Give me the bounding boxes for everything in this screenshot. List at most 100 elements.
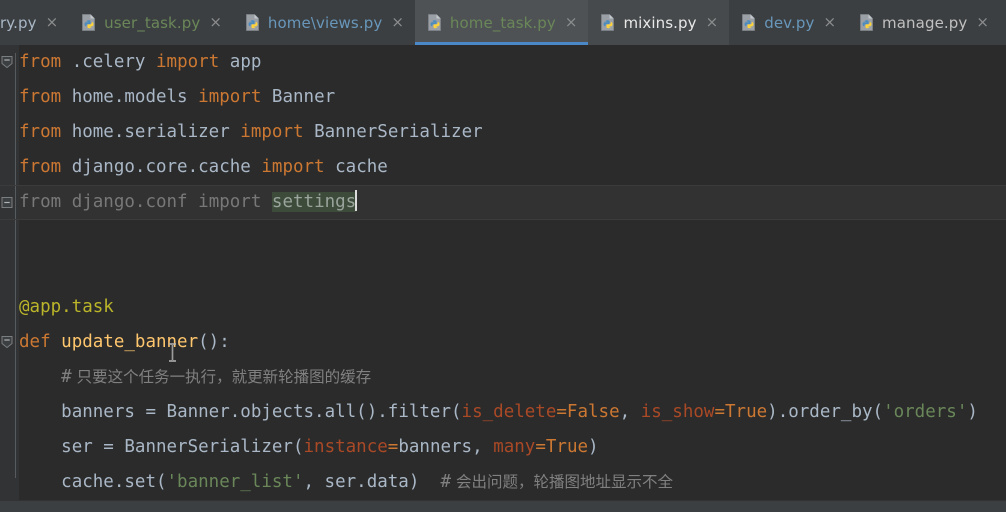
code-token: from — [19, 157, 62, 177]
status-bar — [0, 500, 1006, 512]
python-file-icon — [245, 14, 261, 31]
editor-tab-manage-py[interactable]: manage.py × — [847, 0, 1000, 45]
code-line[interactable]: from django.conf import settings — [0, 185, 1006, 220]
code-line[interactable]: @app.task — [19, 290, 1006, 325]
editor-tab-label: mixins.py — [623, 13, 697, 32]
code-line[interactable]: from home.models import Banner — [19, 80, 1006, 115]
editor-tab-use[interactable]: use — [1000, 0, 1006, 45]
tab-close-icon[interactable]: × — [821, 15, 836, 30]
code-token: # — [440, 472, 452, 492]
editor-tab-ry-py[interactable]: ry.py × — [0, 0, 69, 45]
code-line[interactable]: banners = Banner.objects.all().filter(is… — [19, 395, 1006, 430]
code-content-area[interactable]: from .celery import app from home.models … — [0, 45, 1006, 500]
fold-collapse-start-icon[interactable] — [0, 334, 16, 351]
code-token: is_delete — [461, 402, 557, 422]
code-token: app — [229, 52, 262, 72]
code-token: from — [19, 52, 62, 72]
code-token: cache — [335, 157, 388, 177]
code-token: many — [493, 437, 536, 457]
code-token: Banner.objects.all().filter( — [166, 402, 462, 422]
code-token: django.core.cache — [71, 157, 251, 177]
python-file-icon — [81, 14, 97, 31]
python-file-icon — [859, 14, 875, 31]
editor-tab-bar[interactable]: ry.py × user_task.py × home\views.py × home_ta… — [0, 0, 1006, 45]
code-token: banners — [398, 437, 473, 457]
code-token: from — [19, 87, 62, 107]
code-line[interactable]: cache.set('banner_list', ser.data) # 会出问… — [19, 465, 1006, 500]
tab-close-icon[interactable]: × — [563, 15, 578, 30]
code-token: Banner — [271, 87, 336, 107]
tab-close-icon[interactable]: × — [974, 15, 989, 30]
code-fold-guide-line — [15, 53, 16, 478]
code-token: , — [619, 402, 641, 422]
editor-tab-home-views-py[interactable]: home\views.py × — [233, 0, 415, 45]
code-token: banners — [61, 402, 135, 422]
code-token: from — [19, 122, 62, 142]
code-token: (): — [198, 332, 230, 352]
editor-tab-dev-py[interactable]: dev.py × — [729, 0, 847, 45]
editor-tab-mixins-py[interactable]: mixins.py × — [588, 0, 730, 45]
python-file-icon — [600, 14, 616, 31]
tab-close-icon[interactable]: × — [704, 15, 719, 30]
editor-tab-label: dev.py — [764, 13, 815, 32]
editor-tab-label: manage.py — [882, 13, 968, 32]
code-line[interactable] — [19, 220, 1006, 255]
code-token: update_banner — [61, 332, 199, 352]
code-line[interactable] — [19, 255, 1006, 290]
code-token: True — [545, 437, 589, 457]
code-token: True — [725, 402, 768, 422]
tab-close-icon[interactable]: × — [389, 15, 404, 30]
python-file-icon — [741, 14, 757, 31]
editor-tab-label: home_task.py — [449, 13, 556, 32]
python-file-icon — [601, 14, 615, 31]
code-token: .celery — [71, 52, 146, 72]
code-token: settings — [271, 192, 357, 212]
code-token: BannerSerializer — [314, 122, 483, 142]
code-token: ) — [588, 437, 599, 457]
code-token: = — [92, 437, 125, 457]
code-line[interactable]: from .celery import app — [19, 45, 1006, 80]
code-token: django.conf — [71, 192, 188, 212]
editor-tab-user_task-py[interactable]: user_task.py × — [69, 0, 233, 45]
code-token: import — [240, 122, 304, 142]
python-file-icon — [427, 14, 441, 31]
editor-tab-home_task-py[interactable]: home_task.py × — [414, 0, 589, 45]
code-token: cache.set( — [61, 472, 167, 492]
code-line[interactable]: def update_banner(): — [19, 325, 1006, 360]
code-line[interactable]: ser = BannerSerializer(instance=banners,… — [19, 430, 1006, 465]
code-token: = — [535, 437, 546, 457]
tab-close-icon[interactable]: × — [44, 15, 59, 30]
fold-collapse-icon[interactable] — [0, 194, 16, 211]
code-editor[interactable]: from .celery import app from home.models … — [0, 45, 1006, 500]
code-line[interactable]: from django.core.cache import cache — [19, 150, 1006, 185]
python-file-icon — [860, 14, 873, 31]
editor-tab-label: ry.py — [0, 13, 37, 32]
editor-gutter[interactable] — [0, 45, 19, 500]
code-token: import — [198, 192, 262, 212]
code-line[interactable]: from home.serializer import BannerSerial… — [19, 115, 1006, 150]
code-token: 'orders' — [883, 402, 968, 422]
fold-collapse-start-icon[interactable] — [0, 54, 16, 71]
code-token: import — [156, 52, 220, 72]
editor-tab-label: user_task.py — [104, 13, 201, 32]
code-token: import — [261, 157, 325, 177]
tab-close-icon[interactable]: × — [207, 15, 222, 30]
code-token: = — [714, 402, 725, 422]
code-line[interactable]: # 只要这个任务一执行，就更新轮播图的缓存 — [19, 360, 1006, 395]
